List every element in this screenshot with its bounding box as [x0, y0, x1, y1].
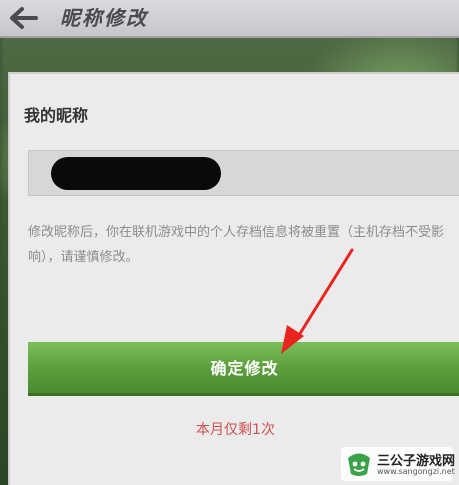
watermark-logo-icon — [348, 453, 370, 476]
back-arrow-icon — [10, 7, 38, 29]
watermark-url: www.sangongzi.net — [377, 467, 455, 476]
back-button[interactable] — [6, 4, 42, 32]
remaining-count: 本月仅剩1次 — [196, 422, 275, 438]
page-title: 昵称修改 — [60, 6, 148, 30]
watermark: 三公子游戏网 www.sangongzi.net — [341, 447, 455, 481]
header-bar: 昵称修改 — [0, 0, 459, 38]
warning-text: 修改昵称后，你在联机游戏中的个人存档信息将被重置（主机存档不受影响），请谨慎修改… — [28, 225, 445, 265]
nickname-input[interactable] — [28, 150, 459, 196]
dialog-title: 我的昵称 — [24, 106, 89, 125]
nickname-dialog: 我的昵称 修改昵称后，你在联机游戏中的个人存档信息将被重置（主机存档不受影响），… — [8, 72, 459, 485]
confirm-button[interactable]: 确定修改 — [28, 342, 459, 396]
redacted-nickname — [51, 157, 221, 190]
